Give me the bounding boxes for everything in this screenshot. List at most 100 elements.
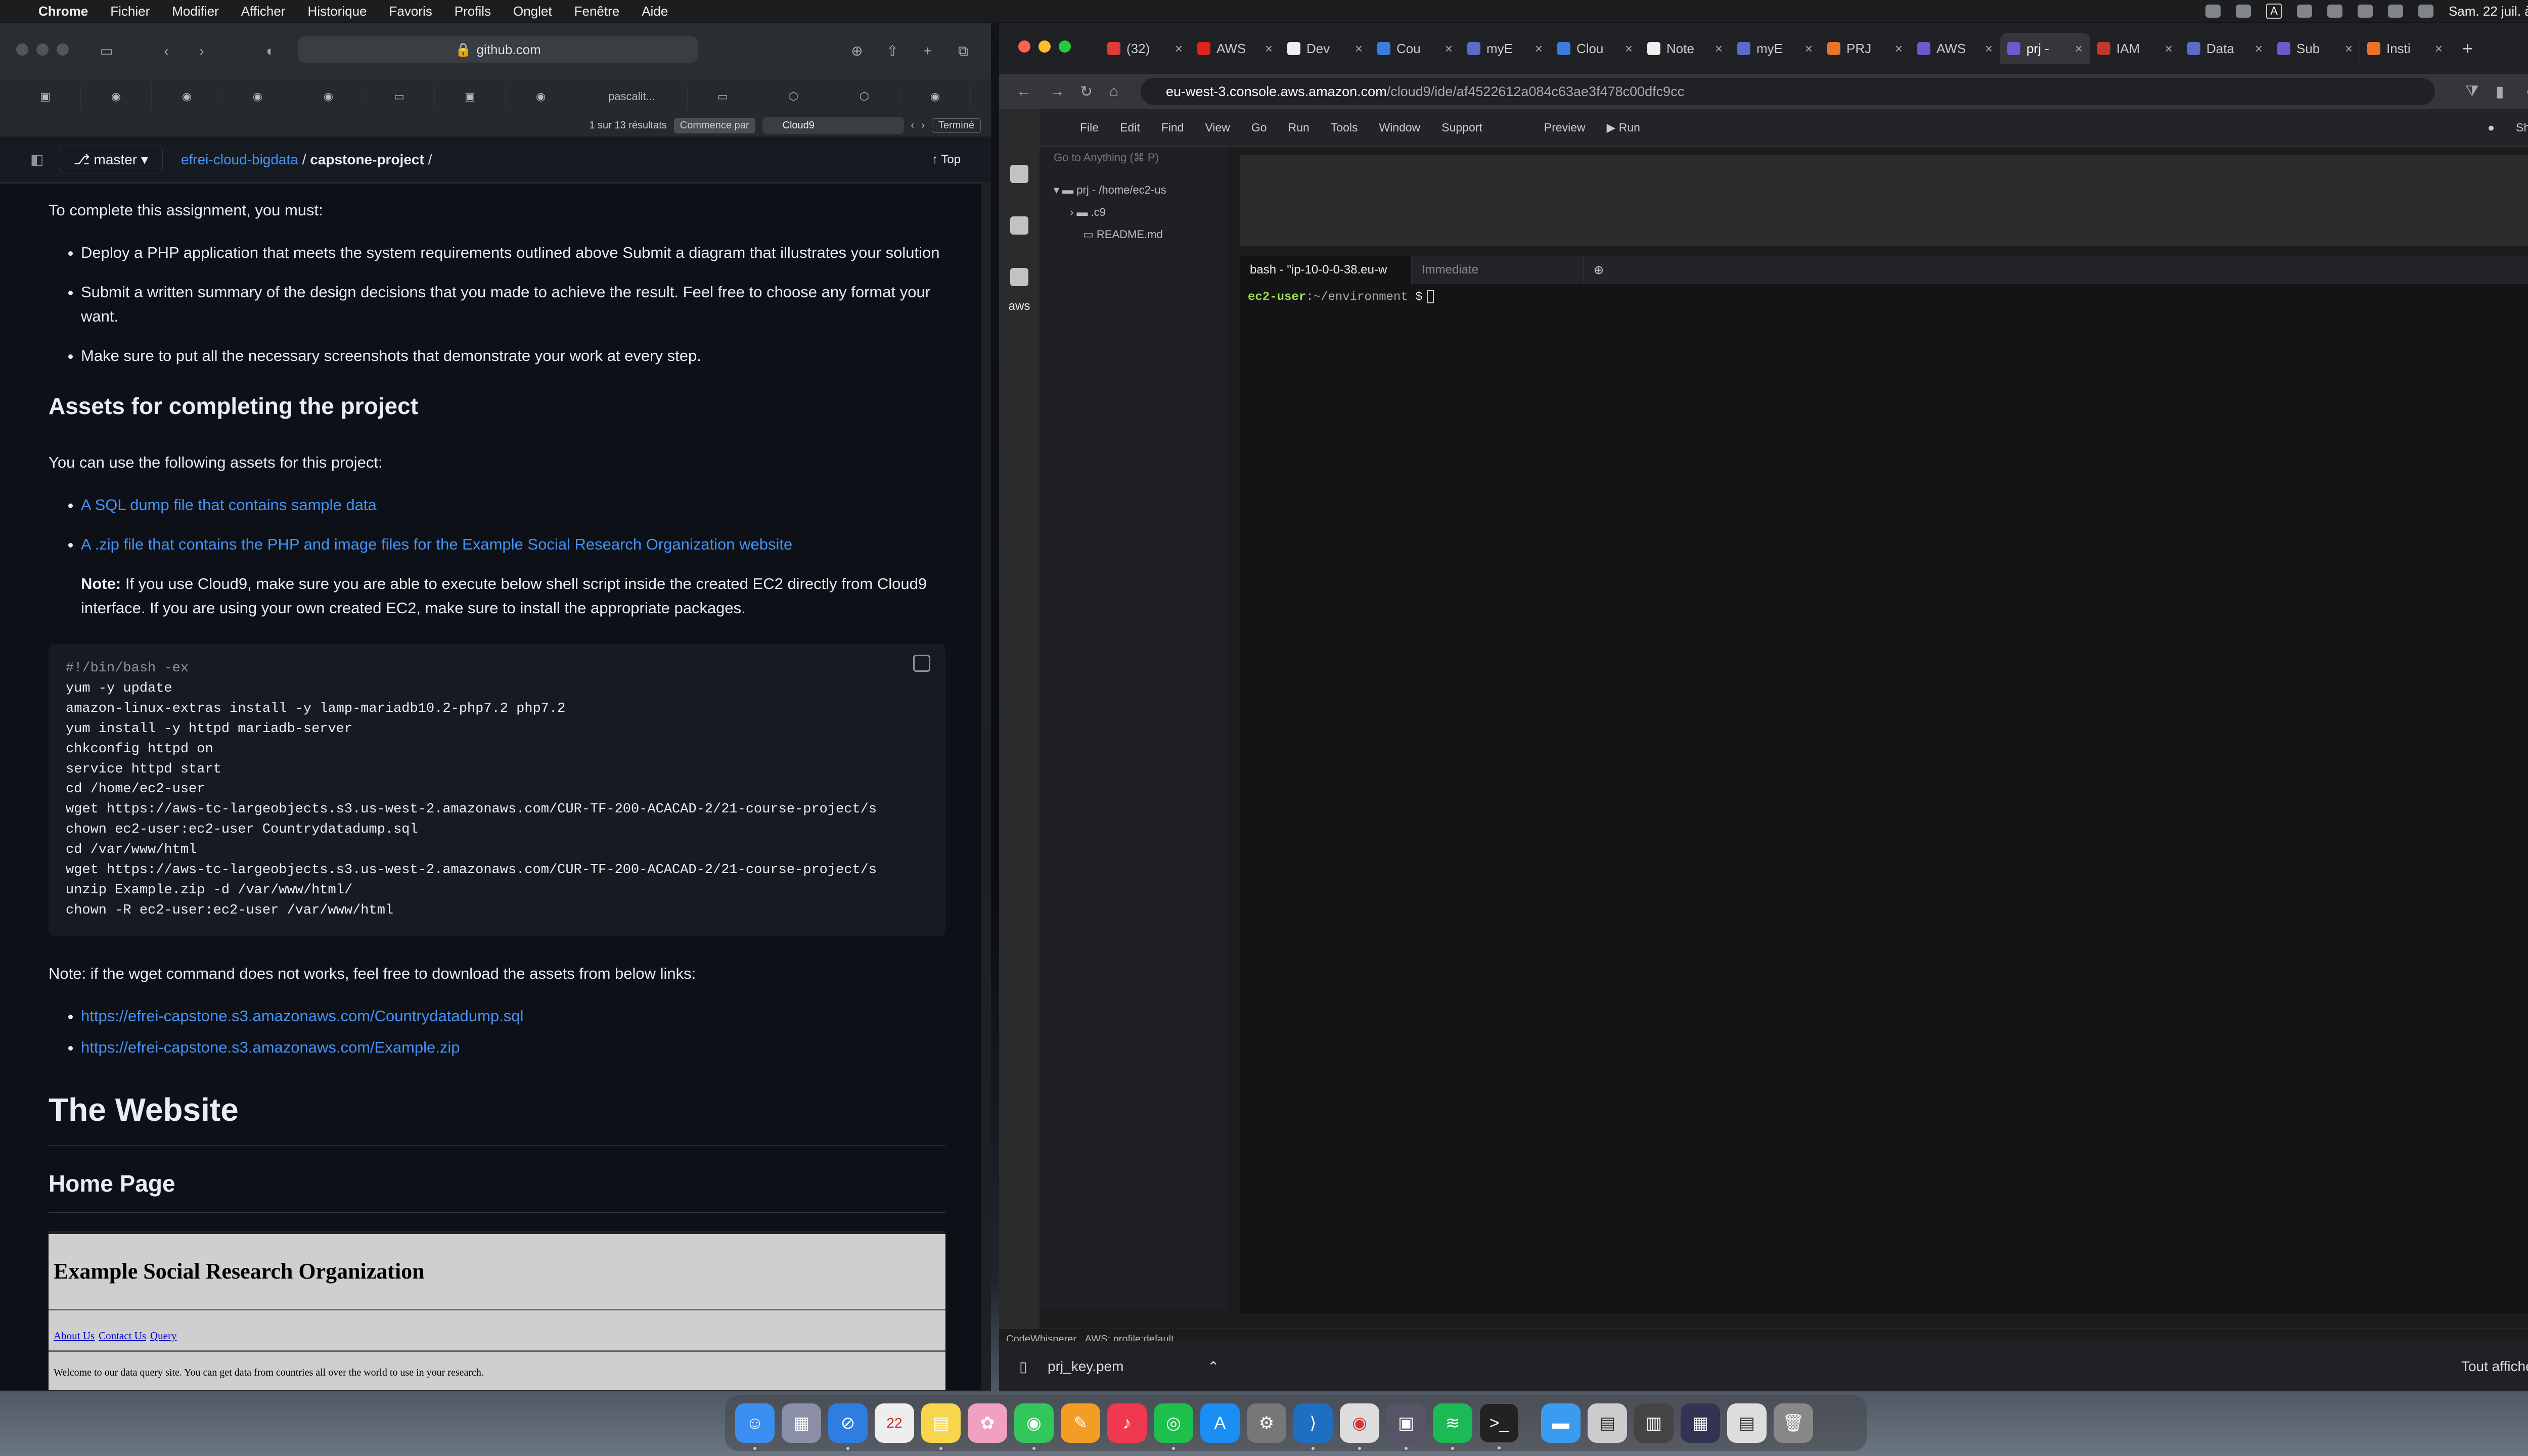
sidebar-icon[interactable]: ▭ [99, 43, 114, 59]
zip-file-link[interactable]: A .zip file that contains the PHP and im… [81, 535, 792, 553]
trash-icon[interactable]: 🗑 [1774, 1403, 1813, 1443]
close-tab-icon[interactable]: × [1985, 41, 1993, 57]
music-icon[interactable]: ♪ [1107, 1403, 1147, 1443]
chrome-tab[interactable]: Note × [1640, 33, 1730, 64]
tab-favicon[interactable]: ⬡ [758, 83, 829, 109]
close-tab-icon[interactable]: × [1625, 41, 1633, 57]
close-tab-icon[interactable]: × [1175, 41, 1183, 57]
menu-modifier[interactable]: Modifier [172, 4, 218, 19]
input-source[interactable]: A [2266, 4, 2282, 19]
pages-icon[interactable]: ✎ [1061, 1403, 1100, 1443]
chrome-tab[interactable]: prj - × [2000, 33, 2090, 64]
terminal-icon[interactable]: >_ [1479, 1403, 1519, 1449]
close-tab-icon[interactable]: × [1535, 41, 1543, 57]
editor-pane[interactable] [1240, 155, 2528, 246]
ide-menu-view[interactable]: View [1205, 121, 1230, 134]
chrome-tab[interactable]: PRJ × [1820, 33, 1910, 64]
find-input[interactable]: Cloud9 [762, 117, 904, 134]
siri-icon[interactable] [2418, 5, 2433, 18]
zoom-button[interactable] [57, 43, 69, 56]
ide-menu-support[interactable]: Support [1441, 121, 1482, 134]
control-center-icon[interactable] [2387, 5, 2403, 18]
new-tab-icon[interactable]: + [2462, 38, 2473, 59]
address-bar[interactable]: 🔒 github.com [298, 36, 698, 63]
sidebar-toggle-icon[interactable]: ◧ [30, 151, 43, 168]
tab-favicon[interactable]: ▣ [435, 83, 506, 109]
close-tab-icon[interactable]: × [2255, 41, 2263, 57]
messages-icon[interactable]: ◉ [1014, 1403, 1054, 1450]
close-tab-icon[interactable]: × [1715, 41, 1723, 57]
ide-menu-find[interactable]: Find [1161, 121, 1184, 134]
chrome-tab[interactable]: myE × [1460, 33, 1550, 64]
finder-icon[interactable]: ☺ [735, 1403, 775, 1450]
tab-overview-icon[interactable]: ⧉ [956, 43, 971, 59]
profile-avatar[interactable]: ● [2526, 83, 2528, 100]
spotify-icon[interactable]: ≋ [1433, 1403, 1472, 1450]
forward-icon[interactable]: › [194, 43, 209, 59]
chrome-tab[interactable]: Data × [2180, 33, 2270, 64]
app-store-icon[interactable]: A [1200, 1403, 1240, 1443]
chrome-tab[interactable]: AWS × [1910, 33, 2000, 64]
safari-icon[interactable]: ⊘ [828, 1403, 868, 1450]
tree-root[interactable]: ▾ ▬ prj - /home/ec2-us [1040, 179, 1227, 201]
minimize-button[interactable] [1039, 40, 1051, 53]
close-button[interactable] [1018, 40, 1030, 53]
tab-favicon[interactable]: ◉ [152, 83, 222, 109]
ide-menu-run[interactable]: Run [1288, 121, 1310, 134]
wechat-icon[interactable]: ◎ [1154, 1403, 1193, 1450]
sidepanel-icon[interactable]: ▮ [2496, 83, 2504, 101]
menu-favoris[interactable]: Favoris [389, 4, 432, 19]
git-icon[interactable] [1010, 268, 1028, 286]
top-button[interactable]: ↑ Top [932, 153, 961, 167]
chrome-tab[interactable]: AWS × [1190, 33, 1280, 64]
terminal-prompt[interactable]: ec2-user:~/environment $ [1240, 284, 2528, 310]
copy-icon[interactable] [913, 654, 930, 672]
countrydump-link[interactable]: https://efrei-capstone.s3.amazonaws.com/… [81, 1007, 523, 1025]
zoom-button[interactable] [1059, 40, 1071, 53]
document-icon[interactable]: ▤ [1588, 1403, 1627, 1443]
chrome-tab[interactable]: Cou × [1370, 33, 1460, 64]
close-tab-icon[interactable]: × [1265, 41, 1273, 57]
home-icon[interactable]: ⌂ [1109, 83, 1118, 100]
find-prev-icon[interactable]: ‹ [911, 120, 915, 131]
close-tab-icon[interactable]: × [1355, 41, 1363, 57]
menu-fichier[interactable]: Fichier [110, 4, 150, 19]
menu-historique[interactable]: Historique [307, 4, 367, 19]
back-icon[interactable]: ‹ [159, 43, 174, 59]
tab-favicon[interactable]: ▭ [364, 83, 435, 109]
menu-aide[interactable]: Aide [642, 4, 668, 19]
reload-icon[interactable]: ↻ [1080, 83, 1093, 101]
breadcrumb-repo[interactable]: capstone-project [310, 152, 424, 167]
ide-menu-window[interactable]: Window [1379, 121, 1420, 134]
nav-query[interactable]: Query [150, 1330, 176, 1342]
tab-pascalit[interactable]: pascalit... [576, 83, 688, 109]
close-tab-icon[interactable]: × [2165, 41, 2173, 57]
tab-bash[interactable]: bash - "ip-10-0-0-38.eu-w [1240, 256, 1412, 284]
run-button[interactable]: ▶ Run [1607, 121, 1640, 134]
sql-dump-link[interactable]: A SQL dump file that contains sample dat… [81, 496, 377, 514]
launchpad-icon[interactable]: ▦ [782, 1403, 821, 1443]
nav-contact-us[interactable]: Contact Us [99, 1330, 146, 1342]
folder-icon[interactable] [1010, 216, 1028, 235]
chrome-tab[interactable]: Sub × [2270, 33, 2360, 64]
menu-fenetre[interactable]: Fenêtre [574, 4, 620, 19]
wifi-icon[interactable] [2327, 5, 2342, 18]
goto-anything-input[interactable]: Go to Anything (⌘ P) [1040, 147, 1227, 169]
nav-about-us[interactable]: About Us [54, 1330, 95, 1342]
close-tab-icon[interactable]: × [1895, 41, 1903, 57]
forward-icon[interactable]: → [1050, 83, 1065, 100]
tree-folder-c9[interactable]: › ▬ .c9 [1040, 201, 1227, 223]
share-button[interactable]: Share [2516, 121, 2528, 134]
find-mode-select[interactable]: Commence par [673, 117, 755, 133]
back-icon[interactable]: ← [1016, 83, 1031, 100]
add-tab-icon[interactable]: ⊕ [1594, 263, 1604, 278]
share-icon[interactable]: ⇧ [885, 43, 900, 59]
example-zip-link[interactable]: https://efrei-capstone.s3.amazonaws.com/… [81, 1038, 460, 1056]
tab-favicon[interactable]: ◉ [506, 83, 576, 109]
chrome-tab[interactable]: Insti × [2360, 33, 2450, 64]
close-button[interactable] [16, 43, 28, 56]
branch-selector[interactable]: ⎇ master ▾ [59, 146, 163, 173]
photos-icon[interactable]: ✿ [968, 1403, 1007, 1443]
search-icon[interactable] [2357, 5, 2373, 18]
tree-file-readme[interactable]: ▭ README.md [1040, 223, 1227, 246]
